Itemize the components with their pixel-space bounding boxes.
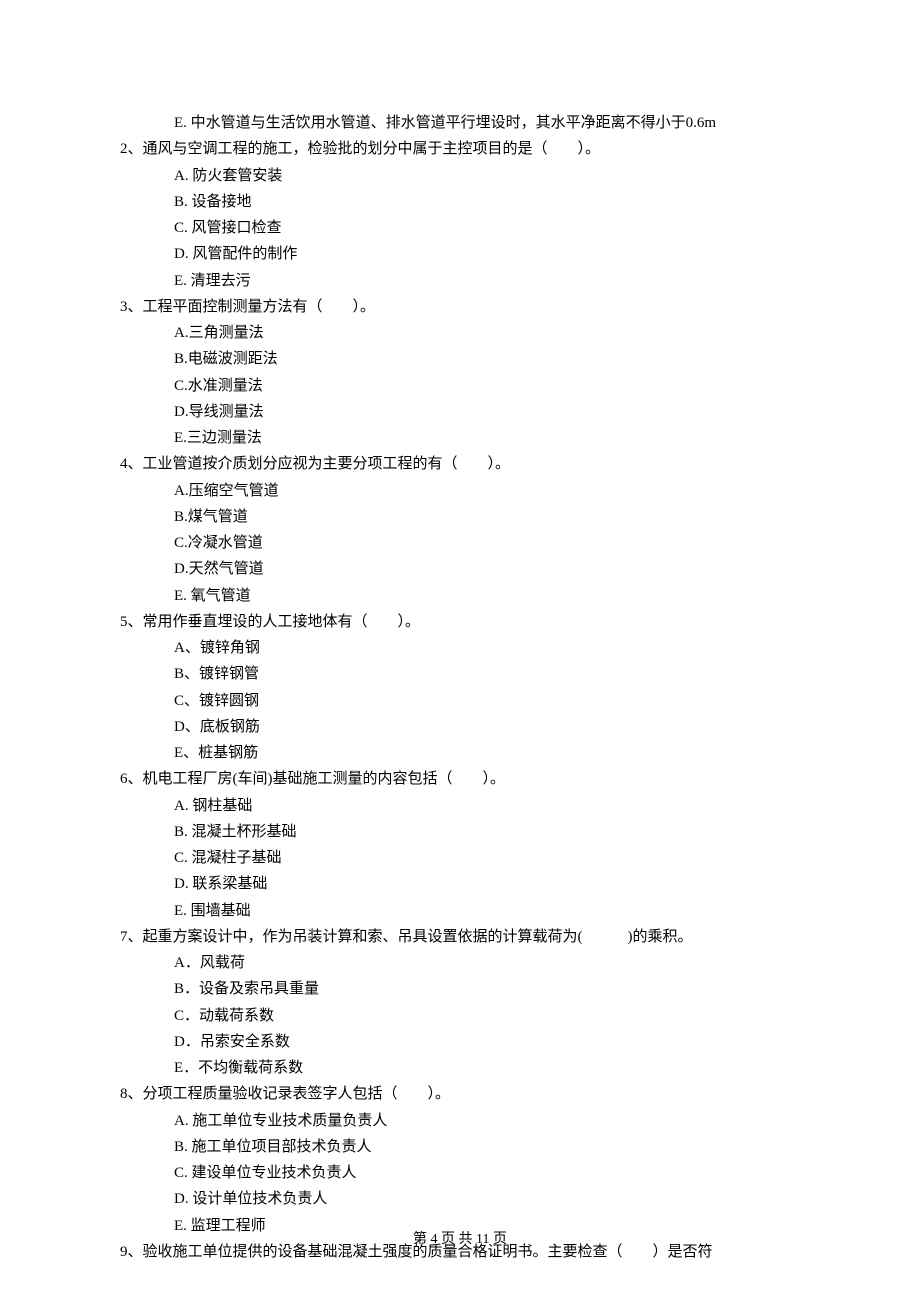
option-line: B、镀锌钢管 bbox=[174, 661, 800, 687]
option-line: E. 氧气管道 bbox=[174, 583, 800, 609]
question-stem: 8、分项工程质量验收记录表签字人包括（ ）。 bbox=[120, 1081, 800, 1107]
option-line: C. 风管接口检查 bbox=[174, 215, 800, 241]
option-line: B.电磁波测距法 bbox=[174, 346, 800, 372]
option-line: E、桩基钢筋 bbox=[174, 740, 800, 766]
question-stem: 6、机电工程厂房(车间)基础施工测量的内容包括（ ）。 bbox=[120, 766, 800, 792]
option-line: A．风载荷 bbox=[174, 950, 800, 976]
option-line: A、镀锌角钢 bbox=[174, 635, 800, 661]
document-body: E. 中水管道与生活饮用水管道、排水管道平行埋设时，其水平净距离不得小于0.6m… bbox=[120, 110, 800, 1265]
question-stem: 5、常用作垂直埋设的人工接地体有（ ）。 bbox=[120, 609, 800, 635]
option-line: A. 施工单位专业技术质量负责人 bbox=[174, 1108, 800, 1134]
option-line: D. 联系梁基础 bbox=[174, 871, 800, 897]
option-line: B. 混凝土杯形基础 bbox=[174, 819, 800, 845]
option-line: C、镀锌圆钢 bbox=[174, 688, 800, 714]
option-line: A. 防火套管安装 bbox=[174, 163, 800, 189]
question-stem: 2、通风与空调工程的施工，检验批的划分中属于主控项目的是（ ）。 bbox=[120, 136, 800, 162]
option-line: D.天然气管道 bbox=[174, 556, 800, 582]
question-stem: 3、工程平面控制测量方法有（ ）。 bbox=[120, 294, 800, 320]
questions-container: 2、通风与空调工程的施工，检验批的划分中属于主控项目的是（ ）。A. 防火套管安… bbox=[120, 136, 800, 1265]
option-line: E.三边测量法 bbox=[174, 425, 800, 451]
option-line: D．吊索安全系数 bbox=[174, 1029, 800, 1055]
option-line: E. 中水管道与生活饮用水管道、排水管道平行埋设时，其水平净距离不得小于0.6m bbox=[174, 110, 800, 136]
option-line: D.导线测量法 bbox=[174, 399, 800, 425]
option-line: B. 施工单位项目部技术负责人 bbox=[174, 1134, 800, 1160]
option-line: E. 围墙基础 bbox=[174, 898, 800, 924]
option-line: C. 建设单位专业技术负责人 bbox=[174, 1160, 800, 1186]
option-line: B. 设备接地 bbox=[174, 189, 800, 215]
question-stem: 4、工业管道按介质划分应视为主要分项工程的有（ ）。 bbox=[120, 451, 800, 477]
option-line: B．设备及索吊具重量 bbox=[174, 976, 800, 1002]
question-stem: 7、起重方案设计中，作为吊装计算和索、吊具设置依据的计算载荷为( )的乘积。 bbox=[120, 924, 800, 950]
option-line: D. 设计单位技术负责人 bbox=[174, 1186, 800, 1212]
option-line: C. 混凝柱子基础 bbox=[174, 845, 800, 871]
option-line: E．不均衡载荷系数 bbox=[174, 1055, 800, 1081]
option-line: A.三角测量法 bbox=[174, 320, 800, 346]
option-line: A.压缩空气管道 bbox=[174, 478, 800, 504]
option-line: C.水准测量法 bbox=[174, 373, 800, 399]
option-line: A. 钢柱基础 bbox=[174, 793, 800, 819]
page-footer: 第 4 页 共 11 页 bbox=[0, 1228, 920, 1253]
option-line: B.煤气管道 bbox=[174, 504, 800, 530]
option-line: D. 风管配件的制作 bbox=[174, 241, 800, 267]
option-line: C.冷凝水管道 bbox=[174, 530, 800, 556]
option-line: E. 清理去污 bbox=[174, 268, 800, 294]
option-line: C．动载荷系数 bbox=[174, 1003, 800, 1029]
option-line: D、底板钢筋 bbox=[174, 714, 800, 740]
